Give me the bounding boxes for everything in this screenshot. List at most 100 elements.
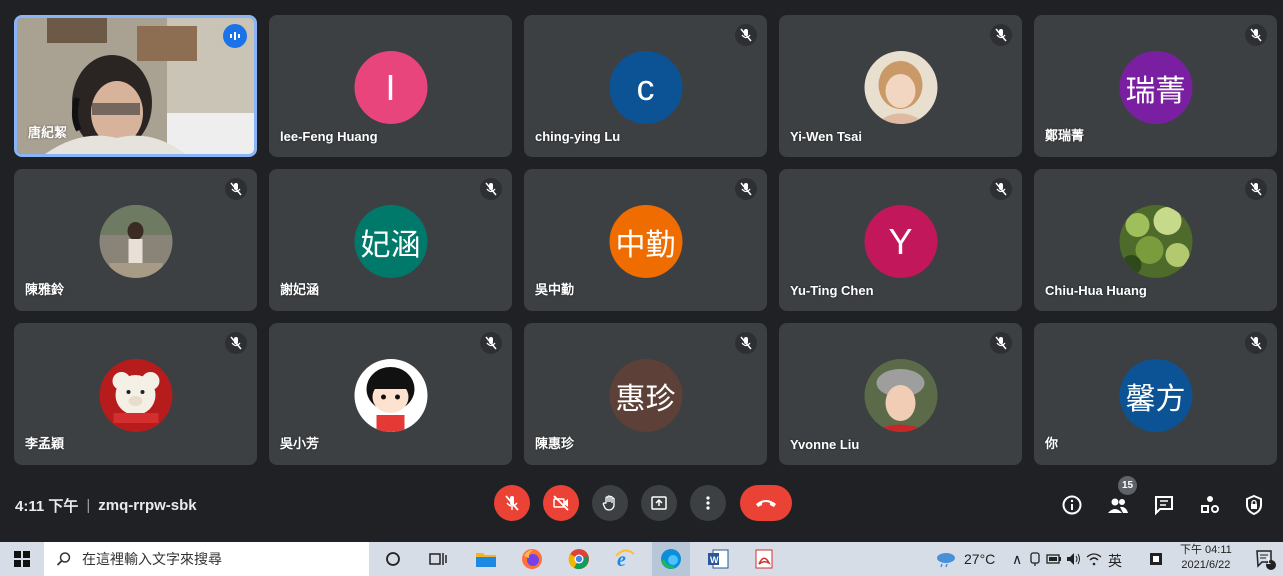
windows-logo-icon <box>14 551 30 567</box>
speaker-icon <box>1067 553 1080 565</box>
shield-lock-icon <box>1246 494 1262 516</box>
participant-tile[interactable]: Chiu-Hua Huang <box>1034 169 1277 311</box>
participant-count-badge: 15 <box>1118 476 1137 495</box>
participant-name: Chiu-Hua Huang <box>1045 283 1147 298</box>
phone-hangup-icon <box>756 500 776 507</box>
activities-button[interactable] <box>1197 492 1223 518</box>
participant-avatar: Y <box>864 205 937 278</box>
folder-icon <box>476 553 496 567</box>
battery-tray-icon[interactable] <box>1046 551 1062 567</box>
volume-tray-icon[interactable] <box>1066 551 1082 567</box>
participant-tile[interactable]: 馨方 你 <box>1034 323 1277 465</box>
participant-tile[interactable]: Yi-Wen Tsai <box>779 15 1022 157</box>
battery-icon <box>1046 554 1061 564</box>
task-view-button[interactable] <box>425 546 451 572</box>
participant-tile[interactable]: Yvonne Liu <box>779 323 1022 465</box>
file-explorer-app[interactable] <box>473 546 499 572</box>
present-now-button[interactable] <box>641 485 677 521</box>
word-app[interactable]: W <box>705 546 731 572</box>
search-icon <box>56 552 71 566</box>
cortana-button[interactable] <box>380 546 406 572</box>
tray-app-icon[interactable] <box>1028 551 1042 567</box>
internet-explorer-icon: e <box>615 549 635 570</box>
participant-name: Yi-Wen Tsai <box>790 129 862 144</box>
participant-tile[interactable]: c ching-ying Lu <box>524 15 767 157</box>
host-controls-button[interactable] <box>1241 492 1267 518</box>
more-options-button[interactable] <box>690 485 726 521</box>
participant-name: lee-Feng Huang <box>280 129 378 144</box>
taskbar-search-box[interactable]: 在這裡輸入文字來搜尋 <box>44 542 369 576</box>
firefox-app[interactable] <box>519 546 545 572</box>
wifi-tray-icon[interactable] <box>1086 551 1102 567</box>
mic-off-icon <box>990 332 1012 354</box>
ime-indicator[interactable]: 英 <box>1108 551 1122 571</box>
acrobat-app[interactable] <box>751 546 777 572</box>
participant-name: 你 <box>1045 436 1059 451</box>
camera-toggle-button[interactable] <box>543 485 579 521</box>
system-clock[interactable]: 下午 04:11 2021/6/22 <box>1180 543 1232 573</box>
mic-off-icon <box>990 178 1012 200</box>
participant-tile[interactable]: 李孟穎 <box>14 323 257 465</box>
participant-name: ching-ying Lu <box>535 129 621 144</box>
notification-icon <box>1256 550 1276 570</box>
activities-icon <box>1201 496 1219 513</box>
meeting-time: 4:11 下午 <box>15 498 79 515</box>
weather-widget[interactable] <box>933 546 959 572</box>
meeting-details-button[interactable] <box>1059 492 1085 518</box>
participant-name: 李孟穎 <box>25 436 65 451</box>
mic-off-icon <box>1245 178 1267 200</box>
chat-button[interactable] <box>1151 492 1177 518</box>
participant-tile[interactable]: 惠珍 陳惠珍 <box>524 323 767 465</box>
hand-icon <box>602 495 615 511</box>
mic-off-icon <box>480 332 502 354</box>
participant-name: 陳雅鈴 <box>25 282 65 297</box>
participant-tile[interactable]: 中勤 吳中勤 <box>524 169 767 311</box>
profile-photo <box>99 205 172 278</box>
ime-mode-button[interactable] <box>1148 551 1164 567</box>
clock-time: 下午 04:11 <box>1180 544 1232 556</box>
svg-text:W: W <box>710 555 719 565</box>
participant-avatar: c <box>609 51 682 124</box>
participant-tile[interactable]: 吳小芳 <box>269 323 512 465</box>
participant-tile[interactable]: I lee-Feng Huang <box>269 15 512 157</box>
internet-explorer-app[interactable]: e <box>612 546 638 572</box>
profile-photo <box>99 359 172 432</box>
participants-button[interactable] <box>1105 492 1131 518</box>
participant-name: Yvonne Liu <box>790 437 860 452</box>
tray-chevron-icon[interactable]: ∧ <box>1012 551 1022 568</box>
notification-count: 1 <box>1266 556 1272 566</box>
raise-hand-button[interactable] <box>592 485 628 521</box>
chrome-app[interactable] <box>566 546 592 572</box>
mic-toggle-button[interactable] <box>494 485 530 521</box>
mic-off-icon <box>505 495 519 511</box>
edge-icon <box>661 549 681 569</box>
present-icon <box>651 496 667 510</box>
participant-grid: 唐紀絜 I lee-Feng Huang c ching-ying Lu Yi-… <box>0 0 1283 472</box>
speaking-indicator-icon <box>223 24 247 48</box>
separator: | <box>86 497 91 514</box>
firefox-icon <box>522 549 542 569</box>
participant-tile[interactable]: Y Yu-Ting Chen <box>779 169 1022 311</box>
participant-avatar: 惠珍 <box>609 359 682 432</box>
participant-name: 唐紀絜 <box>28 125 68 140</box>
mic-off-icon <box>225 332 247 354</box>
participant-avatar: 中勤 <box>609 205 682 278</box>
usb-icon <box>1030 552 1040 566</box>
edge-app[interactable] <box>652 542 690 576</box>
mic-off-icon <box>480 178 502 200</box>
participant-tile[interactable]: 瑞菁 鄭瑞菁 <box>1034 15 1277 157</box>
windows-taskbar: 在這裡輸入文字來搜尋 e W 27°C ∧ 英 下午 04:11 2021/6/… <box>0 542 1283 576</box>
participant-avatar: 妃涵 <box>354 205 427 278</box>
wifi-icon <box>1086 553 1102 566</box>
cortana-circle-icon <box>386 552 400 566</box>
participant-tile[interactable]: 陳雅鈴 <box>14 169 257 311</box>
participant-tile[interactable]: 唐紀絜 <box>14 15 257 157</box>
participant-name: 謝妃涵 <box>280 282 320 297</box>
profile-photo <box>864 51 937 124</box>
windows-start-button[interactable] <box>9 546 35 572</box>
chrome-icon <box>568 549 589 570</box>
chat-icon <box>1155 496 1173 516</box>
participant-tile[interactable]: 妃涵 謝妃涵 <box>269 169 512 311</box>
end-call-button[interactable] <box>740 485 792 521</box>
notification-center-button[interactable]: 1 <box>1252 546 1278 572</box>
